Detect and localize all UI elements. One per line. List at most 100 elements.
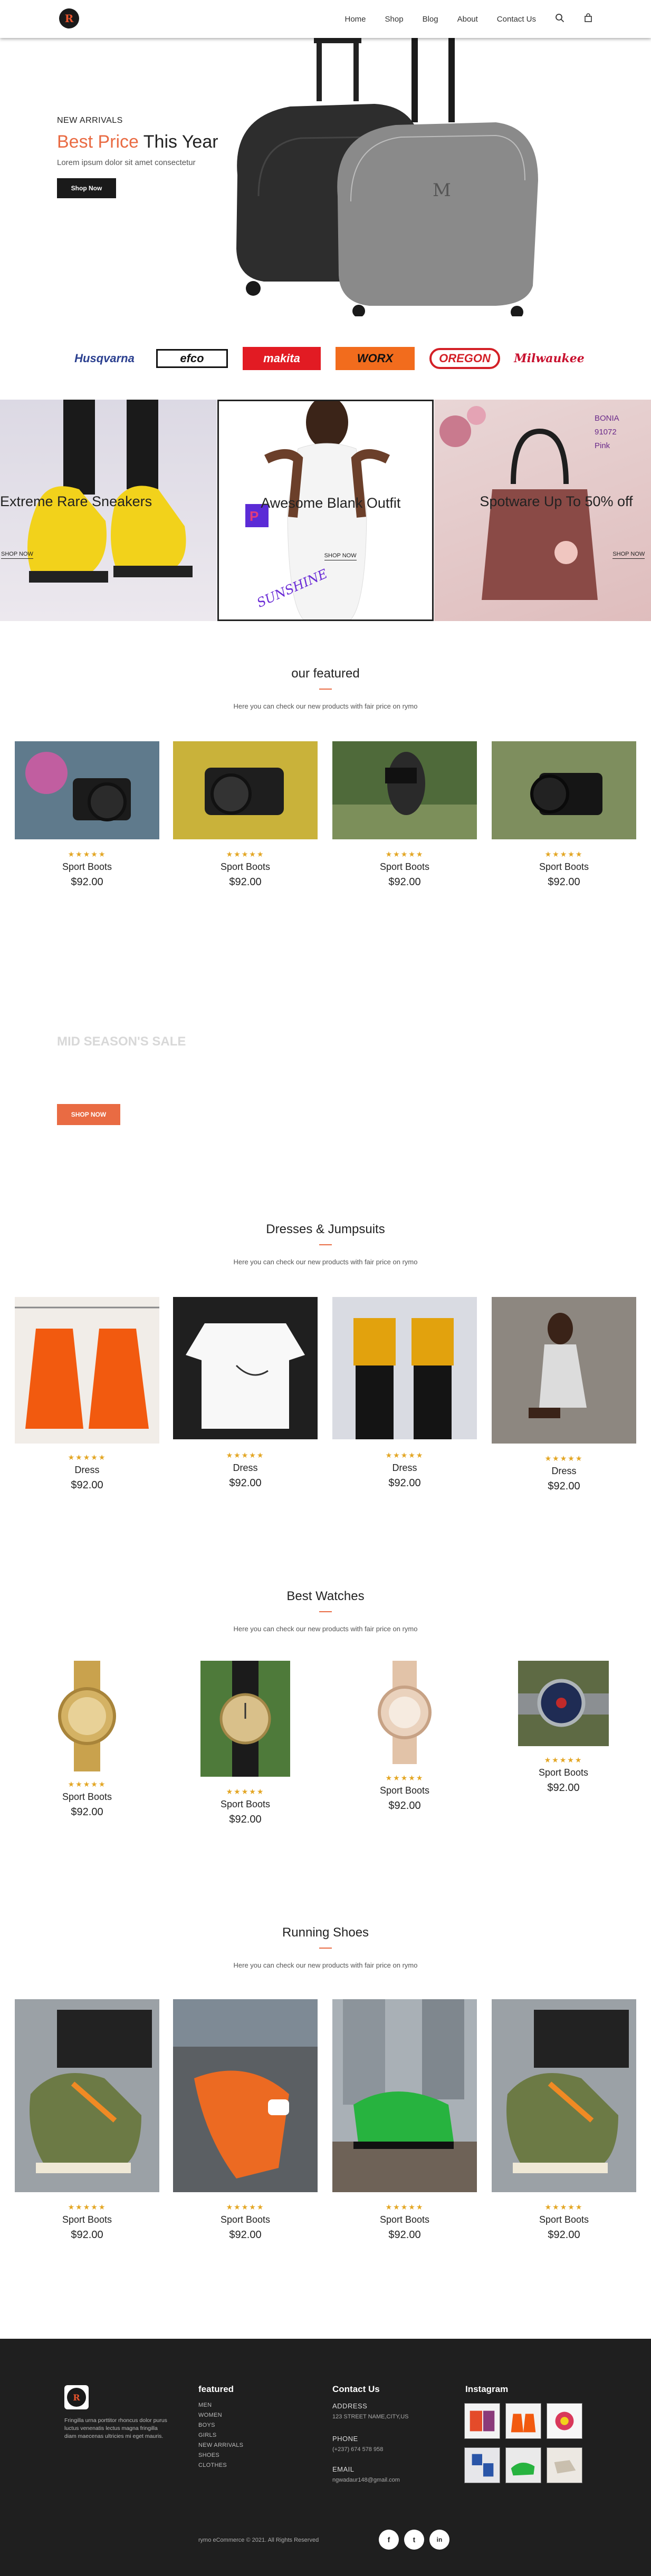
product-name[interactable]: Sport Boots	[492, 861, 636, 873]
product-name[interactable]: Dress	[15, 1465, 159, 1476]
footer-link-girls[interactable]: GIRLS	[198, 2432, 243, 2442]
product-price: $92.00	[71, 1479, 103, 1491]
instagram-thumb[interactable]	[464, 2447, 500, 2483]
twitter-icon[interactable]: t	[404, 2530, 424, 2550]
product-name[interactable]: Sport Boots	[173, 861, 318, 873]
product-name[interactable]: Sport Boots	[173, 2214, 318, 2225]
promo-outfit[interactable]: P SUNSHINE Awesome Blank Outfit SHOP NOW	[217, 400, 434, 621]
product-image-watch	[200, 1661, 290, 1777]
product-image-tshirt	[173, 1297, 318, 1439]
product-price: $92.00	[229, 1814, 262, 1825]
promo-bag-sign-line-1: BONIA	[595, 414, 619, 423]
promo-bag-sign-line-2: 91072	[595, 428, 617, 437]
product-name[interactable]: Sport Boots	[352, 1785, 457, 1796]
footer-email-value[interactable]: ngwadaur148@gmail.com	[332, 2477, 400, 2483]
dresses-title: Dresses & Jumpsuits	[266, 1222, 385, 1236]
product-card[interactable]: ★★★★★ Sport Boots $92.00	[511, 1661, 616, 1814]
product-name[interactable]: Sport Boots	[492, 2214, 636, 2225]
facebook-icon[interactable]: f	[379, 2530, 399, 2550]
product-card[interactable]: ★★★★★ Sport Boots $92.00	[173, 741, 318, 899]
product-name[interactable]: Sport Boots	[193, 1799, 298, 1810]
product-name[interactable]: Sport Boots	[511, 1767, 616, 1778]
linkedin-icon[interactable]: in	[429, 2530, 449, 2550]
product-card[interactable]: ★★★★★ Sport Boots $92.00	[15, 1999, 159, 2252]
footer-link-shoes[interactable]: SHOES	[198, 2452, 243, 2462]
brand-logo-milwaukee[interactable]: Milwaukee	[514, 347, 585, 370]
product-card[interactable]: ★★★★★ Sport Boots $92.00	[15, 741, 159, 899]
footer-link-clothes[interactable]: CLOTHES	[198, 2462, 243, 2472]
product-card[interactable]: ★★★★★ Dress $92.00	[332, 1297, 477, 1503]
product-card[interactable]: ★★★★★ Sport Boots $92.00	[492, 741, 636, 899]
rating-stars: ★★★★★	[226, 1451, 265, 1459]
footer-link-new-arrivals[interactable]: NEW ARRIVALS	[198, 2442, 243, 2452]
instagram-thumb[interactable]	[505, 2447, 541, 2483]
instagram-thumb[interactable]	[547, 2447, 582, 2483]
nav-contact[interactable]: Contact Us	[497, 15, 536, 24]
product-card[interactable]: ★★★★★ Dress $92.00	[15, 1297, 159, 1503]
product-name[interactable]: Sport Boots	[32, 1791, 142, 1803]
rating-stars: ★★★★★	[544, 2203, 583, 2211]
product-name[interactable]: Dress	[173, 1463, 318, 1474]
rating-stars: ★★★★★	[385, 1774, 424, 1782]
promo-bag-title: Spotware Up To 50% off	[480, 493, 633, 509]
promo-bag-image: BONIA 91072 Pink	[439, 406, 619, 600]
hero-banner: NEW ARRIVALS Best Price This Year Lorem …	[0, 38, 651, 316]
rating-stars: ★★★★★	[544, 850, 583, 858]
product-image-camera	[173, 741, 318, 839]
promo-bag-cta[interactable]: SHOP NOW	[612, 551, 645, 559]
promo-sneakers-cta[interactable]: SHOP NOW	[1, 551, 33, 559]
product-card[interactable]: ★★★★★ Sport Boots $92.00	[332, 1999, 477, 2252]
product-name[interactable]: Dress	[332, 1463, 477, 1474]
promo-sneakers[interactable]: Extreme Rare Sneakers SHOP NOW	[0, 400, 217, 621]
footer-link-women[interactable]: WOMEN	[198, 2412, 243, 2422]
instagram-thumb[interactable]	[464, 2403, 500, 2439]
product-card[interactable]: ★★★★★ Dress $92.00	[173, 1297, 318, 1503]
product-card[interactable]: ★★★★★ Sport Boots $92.00	[492, 1999, 636, 2252]
product-name[interactable]: Sport Boots	[15, 861, 159, 873]
footer-address-label: ADDRESS	[332, 2402, 368, 2410]
instagram-thumb[interactable]	[547, 2403, 582, 2439]
brand-logo-oregon[interactable]: OREGON	[429, 348, 500, 369]
dresses-subtitle: Here you can check our new products with…	[233, 1258, 418, 1266]
product-card[interactable]: ★★★★★ Sport Boots $92.00	[332, 741, 477, 899]
nav-about[interactable]: About	[457, 15, 478, 24]
product-card[interactable]: ★★★★★ Sport Boots $92.00	[32, 1661, 142, 1829]
footer-link-men[interactable]: MEN	[198, 2402, 243, 2412]
mid-season-shop-button[interactable]: SHOP NOW	[57, 1104, 120, 1125]
product-price: $92.00	[548, 1480, 580, 1492]
footer-featured-title: featured	[198, 2384, 234, 2394]
hero-title-accent: Best Price	[57, 132, 139, 152]
product-name[interactable]: Dress	[492, 1466, 636, 1477]
site-logo[interactable]: R	[59, 8, 79, 28]
product-name[interactable]: Sport Boots	[332, 2214, 477, 2225]
brand-logo-makita[interactable]: makita	[243, 347, 321, 370]
footer-link-boys[interactable]: BOYS	[198, 2422, 243, 2432]
promo-bag[interactable]: BONIA 91072 Pink Spotware Up To 50% off …	[434, 400, 651, 621]
brand-logo-worx[interactable]: WORX	[336, 347, 415, 370]
product-card[interactable]: ★★★★★ Sport Boots $92.00	[173, 1999, 318, 2252]
product-name[interactable]: Sport Boots	[15, 2214, 159, 2225]
promo-outfit-cta[interactable]: SHOP NOW	[324, 553, 357, 560]
product-card[interactable]: ★★★★★ Dress $92.00	[492, 1297, 636, 1503]
brand-logo-efco[interactable]: efco	[156, 349, 228, 368]
brand-logo-husqvarna[interactable]: Husqvarna	[68, 347, 141, 370]
hero-shop-now-button[interactable]: Shop Now	[57, 178, 116, 198]
product-card[interactable]: ★★★★★ Sport Boots $92.00	[352, 1661, 457, 1829]
product-price: $92.00	[71, 2229, 103, 2241]
dresses-divider	[319, 1244, 332, 1245]
site-footer: R Fringilla urna porttitor rhoncus dolor…	[0, 2339, 651, 2576]
instagram-thumb[interactable]	[505, 2403, 541, 2439]
footer-logo[interactable]: R	[64, 2385, 89, 2409]
product-image-watch	[365, 1661, 444, 1764]
promo-banners: Extreme Rare Sneakers SHOP NOW P SUNSHIN…	[0, 400, 651, 621]
featured-divider	[319, 689, 332, 690]
rating-stars: ★★★★★	[68, 1453, 107, 1461]
product-name[interactable]: Sport Boots	[332, 861, 477, 873]
nav-home[interactable]: Home	[345, 15, 366, 24]
shopping-bag-icon[interactable]	[583, 13, 593, 25]
nav-shop[interactable]: Shop	[385, 15, 404, 24]
product-card[interactable]: ★★★★★ Sport Boots $92.00	[193, 1661, 298, 1840]
search-icon[interactable]	[555, 13, 564, 25]
footer-email-label: EMAIL	[332, 2465, 355, 2473]
nav-blog[interactable]: Blog	[423, 15, 438, 24]
